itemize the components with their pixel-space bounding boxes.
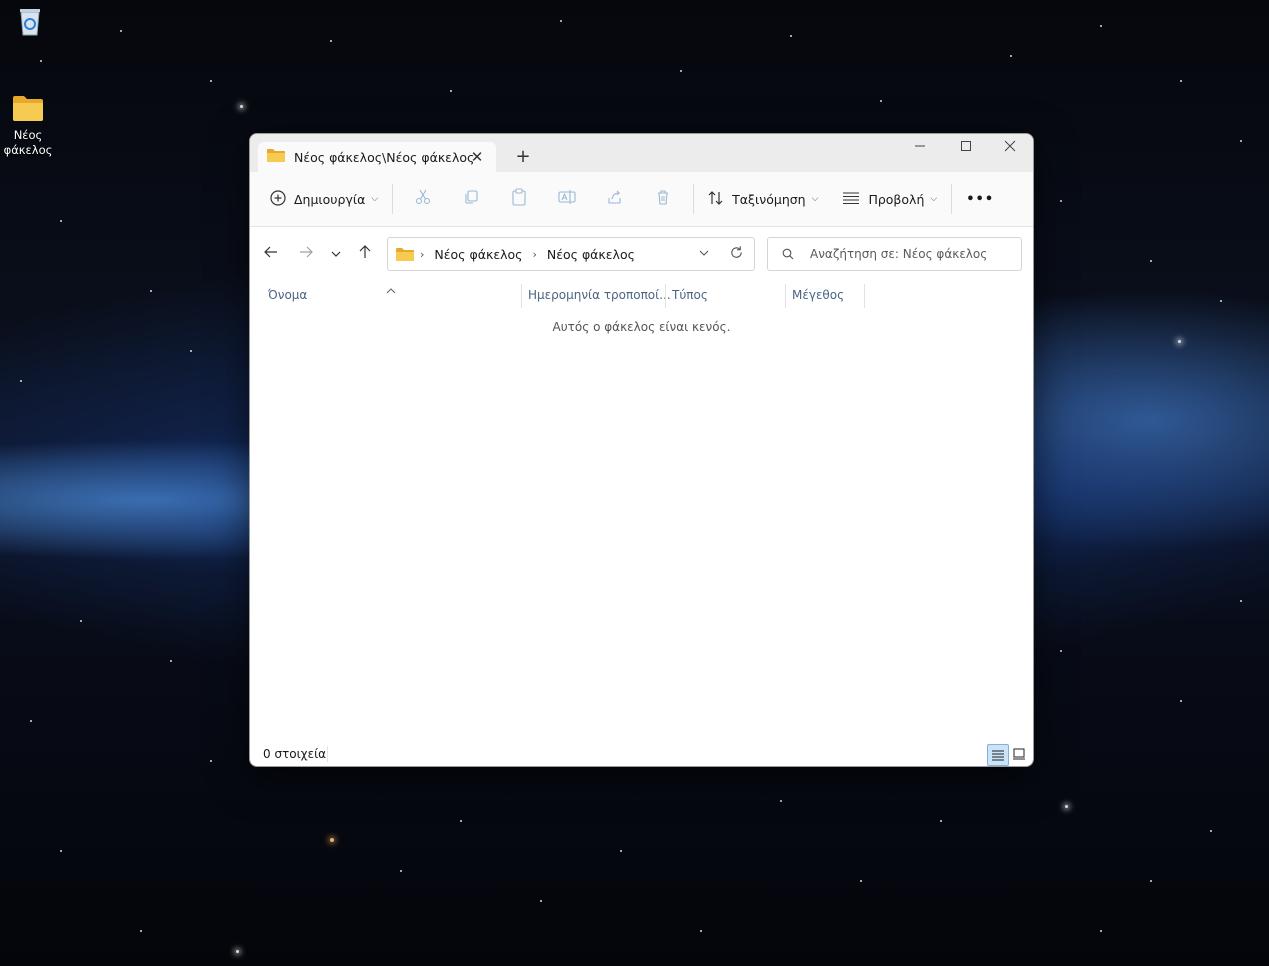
delete-icon [655, 189, 671, 209]
desktop-folder-label: Νέος φάκελος [3, 128, 53, 157]
search-box[interactable] [767, 237, 1022, 271]
empty-folder-message: Αυτός ο φάκελος είναι κενός. [552, 320, 731, 334]
maximize-button[interactable] [943, 134, 989, 164]
chevron-down-icon: ⌵ [371, 194, 379, 204]
view-button[interactable]: Προβολή ⌵ [834, 182, 945, 216]
breadcrumb-item[interactable]: Νέος φάκελος [547, 247, 635, 262]
new-button-label: Δημιουργία [294, 191, 366, 207]
search-icon [782, 248, 794, 260]
chevron-down-icon: ⌵ [930, 194, 938, 204]
column-header-size[interactable]: Μέγεθος [792, 282, 844, 308]
tab-current-folder[interactable]: Νέος φάκελος\Νέος φάκελος ✕ [258, 142, 496, 172]
close-window-button[interactable] [987, 134, 1033, 164]
breadcrumb-separator-icon: › [420, 247, 425, 261]
paste-button[interactable] [495, 182, 543, 216]
address-bar[interactable]: › Νέος φάκελος › Νέος φάκελος [387, 237, 755, 271]
new-tab-button[interactable]: + [512, 146, 534, 168]
new-button[interactable]: Δημιουργία ⌵ [262, 182, 386, 216]
tiles-view-button[interactable] [1009, 744, 1029, 764]
refresh-button[interactable] [729, 245, 744, 263]
column-divider[interactable] [864, 284, 865, 308]
column-divider[interactable] [665, 284, 666, 308]
cut-icon [415, 189, 431, 209]
breadcrumb-item[interactable]: Νέος φάκελος [434, 247, 522, 262]
tab-close-icon[interactable]: ✕ [468, 148, 486, 166]
toolbar-divider [392, 184, 394, 214]
status-divider [327, 746, 328, 762]
sort-button[interactable]: Ταξινόμηση ⌵ [700, 182, 826, 216]
copy-icon [463, 189, 479, 209]
refresh-icon [731, 246, 742, 258]
rename-button[interactable] [543, 182, 591, 216]
sort-ascending-icon [386, 280, 396, 299]
cut-button[interactable] [399, 182, 447, 216]
delete-button[interactable] [639, 182, 687, 216]
item-count: 0 στοιχεία [263, 747, 327, 761]
address-dropdown-button[interactable] [698, 247, 710, 262]
back-icon [263, 244, 279, 264]
status-bar: 0 στοιχεία [250, 741, 1033, 766]
folder-icon [396, 247, 414, 262]
desktop-folder[interactable]: Νέος φάκελος [0, 94, 58, 158]
share-icon [607, 189, 623, 209]
forward-button[interactable] [292, 240, 320, 268]
plus-circle-icon [270, 189, 286, 209]
breadcrumb-separator-icon: › [532, 247, 537, 261]
up-button[interactable] [351, 240, 379, 268]
column-header-name[interactable]: Όνομα [268, 282, 307, 308]
column-header-date-modified[interactable]: Ημερομηνία τροποποί... [528, 282, 671, 308]
command-bar: Δημιουργία ⌵ Ταξινόμηση ⌵ Προβολή ⌵ ••• [250, 172, 1033, 227]
recycle-bin-icon [14, 6, 46, 36]
chevron-down-icon [330, 245, 342, 264]
sort-button-label: Ταξινόμηση [732, 191, 806, 207]
details-view-icon [992, 750, 1004, 761]
share-button[interactable] [591, 182, 639, 216]
paste-icon [511, 188, 527, 210]
column-divider[interactable] [785, 284, 786, 308]
copy-button[interactable] [447, 182, 495, 216]
back-button[interactable] [257, 240, 285, 268]
navigation-bar: › Νέος φάκελος › Νέος φάκελος [250, 226, 1033, 282]
column-divider[interactable] [521, 284, 522, 308]
search-input[interactable] [808, 246, 1021, 262]
more-icon: ••• [966, 191, 995, 207]
more-options-button[interactable]: ••• [958, 182, 1002, 216]
chevron-down-icon: ⌵ [811, 194, 819, 204]
title-bar: Νέος φάκελος\Νέος φάκελος ✕ + [250, 134, 1033, 172]
toolbar-divider [693, 184, 695, 214]
tiles-view-icon [1013, 748, 1025, 760]
sort-icon [708, 190, 724, 209]
rename-icon [558, 189, 576, 209]
tab-title: Νέος φάκελος\Νέος φάκελος [294, 149, 475, 165]
forward-icon [298, 244, 314, 264]
column-header-type[interactable]: Τύπος [672, 282, 708, 308]
desktop-recycle-bin[interactable] [0, 6, 60, 40]
view-icon [842, 191, 860, 208]
view-button-label: Προβολή [868, 191, 925, 207]
recent-locations-button[interactable] [322, 240, 350, 268]
file-explorer-window: Νέος φάκελος\Νέος φάκελος ✕ + Δημιουργία… [249, 133, 1034, 767]
folder-icon [12, 94, 44, 124]
details-view-button[interactable] [987, 744, 1009, 766]
minimize-button[interactable] [897, 134, 943, 164]
up-icon [357, 244, 373, 264]
folder-icon [267, 148, 285, 166]
toolbar-divider [951, 184, 953, 214]
